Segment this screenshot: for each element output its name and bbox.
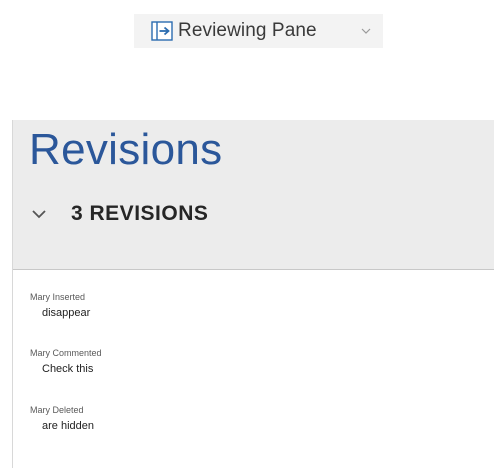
revision-author-action: Mary Deleted (30, 405, 84, 415)
revision-content: Check this (42, 363, 94, 375)
revisions-summary[interactable]: 3 REVISIONS (29, 202, 208, 226)
revisions-pane: Revisions 3 REVISIONS Mary Inserted disa… (12, 120, 494, 469)
list-item[interactable]: Mary Inserted disappear (30, 291, 90, 320)
pane-title: Revisions (29, 125, 223, 174)
revision-count: 3 REVISIONS (71, 202, 209, 225)
list-item[interactable]: Mary Deleted are hidden (30, 404, 94, 433)
revision-author-action: Mary Commented (30, 348, 102, 358)
reviewing-pane-label: Reviewing Pane (178, 20, 317, 41)
revision-author-action: Mary Inserted (30, 292, 86, 302)
list-item[interactable]: Mary Commented Check this (30, 347, 102, 376)
revision-content: are hidden (42, 420, 94, 432)
chevron-down-icon[interactable] (29, 204, 49, 224)
chevron-down-icon[interactable] (359, 24, 373, 38)
revision-content: disappear (42, 307, 91, 319)
reviewing-pane-icon (151, 20, 173, 42)
revisions-list: Mary Inserted disappear Mary Commented C… (13, 269, 494, 469)
reviewing-pane-button[interactable]: Reviewing Pane (134, 14, 383, 48)
